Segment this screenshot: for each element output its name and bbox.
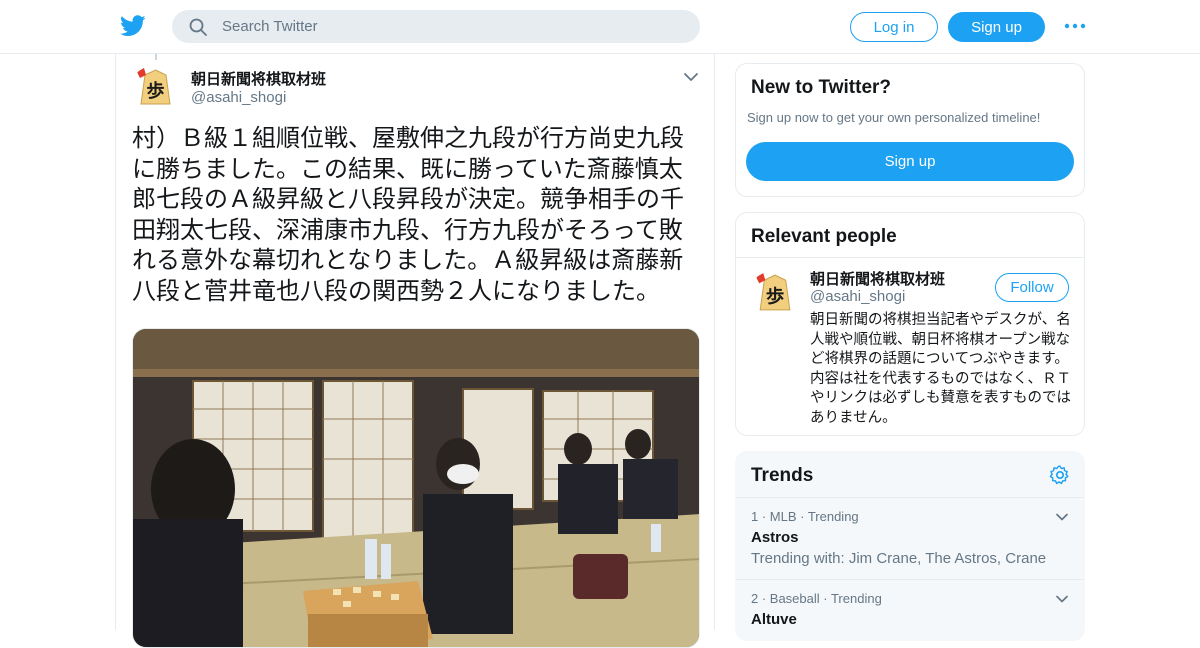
follow-button[interactable]: Follow xyxy=(995,273,1069,302)
relevant-people-card: Relevant people 歩 朝日新聞将棋取材班 @asahi_shogi… xyxy=(735,212,1085,436)
sidebar-signup-button[interactable]: Sign up xyxy=(746,142,1074,181)
trend-name[interactable]: Astros xyxy=(751,529,799,546)
tweet-photo[interactable] xyxy=(132,328,700,648)
more-dots-icon[interactable] xyxy=(1064,18,1086,34)
tweet-handle[interactable]: @asahi_shogi xyxy=(191,89,286,106)
thread-line xyxy=(155,54,157,60)
trends-card: Trends 1 · MLB · Trending Astros Trendin… xyxy=(735,451,1085,641)
shogi-match-photo xyxy=(133,329,699,647)
trend-meta: 2 · Baseball · Trending xyxy=(751,591,882,606)
trend-related: Trending with: Jim Crane, The Astros, Cr… xyxy=(751,550,1047,567)
card-title: New to Twitter? xyxy=(751,77,892,98)
twitter-bird-icon[interactable] xyxy=(120,14,146,38)
avatar[interactable]: 歩 xyxy=(132,64,179,111)
login-button[interactable]: Log in xyxy=(850,12,938,42)
person-handle[interactable]: @asahi_shogi xyxy=(810,288,905,305)
new-to-twitter-card: New to Twitter? Sign up now to get your … xyxy=(735,63,1085,197)
card-title: Trends xyxy=(751,465,814,486)
chevron-down-icon[interactable] xyxy=(1054,509,1070,525)
top-navigation-bar: Log in Sign up xyxy=(0,0,1200,54)
trend-meta: 1 · MLB · Trending xyxy=(751,509,859,524)
shogi-piece-logo: 歩 xyxy=(132,64,179,111)
tweet-display-name[interactable]: 朝日新聞将棋取材班 xyxy=(191,68,326,89)
chevron-down-icon[interactable] xyxy=(1054,591,1070,607)
trend-name[interactable]: Altuve xyxy=(751,611,797,628)
divider xyxy=(736,579,1084,580)
search-input[interactable] xyxy=(222,18,662,35)
avatar[interactable]: 歩 xyxy=(751,269,799,317)
search-icon xyxy=(189,18,207,36)
tweet-text: 村）Ｂ級１組順位戦、屋敷伸之九段が行方尚史九段に勝ちました。この結果、既に勝って… xyxy=(132,124,684,305)
card-subtitle: Sign up now to get your own personalized… xyxy=(747,110,1041,125)
chevron-down-icon[interactable] xyxy=(682,68,700,86)
divider xyxy=(736,497,1084,498)
gear-icon[interactable] xyxy=(1049,464,1071,486)
signup-button[interactable]: Sign up xyxy=(948,12,1045,42)
shogi-piece-logo: 歩 xyxy=(751,269,799,317)
card-title: Relevant people xyxy=(751,226,897,247)
person-name[interactable]: 朝日新聞将棋取材班 xyxy=(810,268,945,289)
person-bio: 朝日新聞の将棋担当記者やデスクが、名人戦や順位戦、朝日杯将棋オープン戦など将棋界… xyxy=(810,312,1071,426)
svg-text:歩: 歩 xyxy=(766,286,784,308)
divider xyxy=(736,257,1084,258)
tweet-column: 歩 朝日新聞将棋取材班 @asahi_shogi 村）Ｂ級１組順位戦、屋敷伸之九… xyxy=(115,54,715,648)
svg-text:歩: 歩 xyxy=(147,81,165,102)
search-box[interactable] xyxy=(172,10,700,43)
